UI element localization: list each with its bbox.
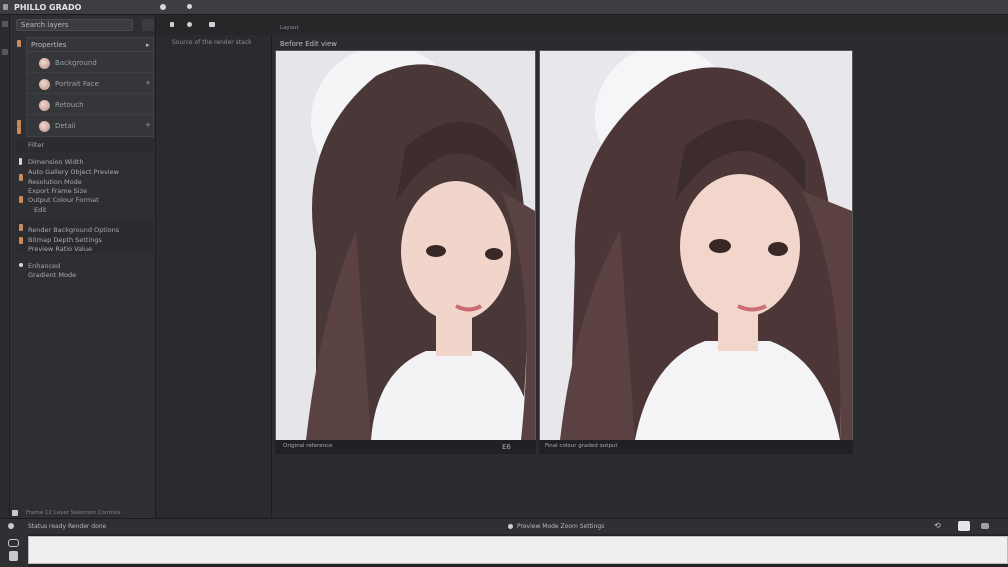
status-bar: Status ready Render done Preview Mode Zo… bbox=[0, 518, 1008, 534]
layer-search-input[interactable]: Search layers bbox=[16, 19, 133, 31]
before-badge: E6 bbox=[502, 443, 511, 451]
status-center-text: Preview Mode Zoom Settings bbox=[517, 523, 605, 530]
tool-strip bbox=[0, 15, 10, 520]
property-line: Edit bbox=[34, 206, 47, 214]
layer-row[interactable]: Retouch bbox=[27, 95, 155, 115]
property-line: Preview Ratio Value bbox=[28, 245, 92, 253]
layer-row[interactable]: Detail + bbox=[27, 116, 155, 136]
properties-group: Dimension Width Auto Gallery Object Prev… bbox=[16, 154, 154, 216]
search-icon[interactable] bbox=[142, 19, 154, 31]
property-marker-icon bbox=[19, 263, 23, 267]
layer-search-value: Search layers bbox=[21, 21, 69, 29]
property-marker-icon bbox=[19, 196, 23, 203]
confirm-button[interactable] bbox=[958, 521, 970, 531]
frame-icon[interactable] bbox=[209, 22, 215, 27]
layers-header: Properties ▸ bbox=[27, 38, 155, 52]
refresh-icon[interactable]: ⟲ bbox=[934, 521, 946, 531]
layer-label: Detail bbox=[55, 122, 76, 130]
property-line: Resolution Mode bbox=[28, 178, 82, 186]
input-side bbox=[0, 534, 28, 567]
before-caption: Original reference bbox=[283, 443, 333, 449]
render-group: Render Background Options Bitmap Depth S… bbox=[16, 220, 154, 254]
title-bar: PHILLO GRADO bbox=[0, 0, 1008, 15]
after-caption: Final colour graded output bbox=[545, 443, 618, 449]
marker-icon bbox=[17, 127, 21, 134]
panel-footer-text: Frame 12 Layer Selection Controls bbox=[26, 510, 121, 516]
cloud-icon[interactable] bbox=[160, 4, 166, 10]
command-input[interactable] bbox=[28, 536, 1008, 564]
property-marker-icon bbox=[19, 174, 23, 181]
source-panel: Source of the render stack bbox=[156, 15, 272, 520]
marker-icon bbox=[17, 120, 21, 127]
source-panel-header: Source of the render stack bbox=[172, 39, 252, 46]
layer-label: Retouch bbox=[55, 101, 84, 109]
move-tool-icon[interactable] bbox=[2, 21, 8, 27]
settings-icon[interactable] bbox=[981, 523, 989, 529]
canvas-top-label: Layout bbox=[280, 25, 299, 31]
nav-forward-icon[interactable] bbox=[187, 22, 192, 27]
after-caption-bar: Final colour graded output bbox=[539, 440, 853, 454]
filter-row[interactable]: Filter bbox=[16, 138, 154, 152]
layer-row[interactable]: Background bbox=[27, 53, 155, 73]
layer-mark: + bbox=[145, 79, 151, 87]
before-portrait-image bbox=[276, 51, 535, 440]
canvas-toolbar: Layout bbox=[156, 15, 1008, 35]
app-title: PHILLO GRADO bbox=[14, 3, 82, 12]
status-icon bbox=[8, 523, 14, 529]
layer-label: Background bbox=[55, 59, 97, 67]
before-caption-bar: Original reference E6 bbox=[275, 440, 536, 454]
property-marker-icon bbox=[19, 237, 23, 244]
property-line: Auto Gallery Object Preview bbox=[28, 168, 119, 176]
status-left-text: Status ready Render done bbox=[28, 523, 107, 530]
mic-icon[interactable] bbox=[9, 551, 18, 561]
layer-label: Portrait Face bbox=[55, 80, 99, 88]
lock-icon[interactable] bbox=[12, 510, 18, 516]
enhance-group: Enhanced Gradient Mode bbox=[16, 256, 154, 290]
nav-back-icon[interactable] bbox=[170, 22, 174, 27]
property-marker-icon bbox=[19, 224, 23, 231]
property-line: Dimension Width bbox=[28, 158, 84, 166]
layer-thumbnail bbox=[39, 58, 50, 69]
before-viewport[interactable] bbox=[275, 50, 536, 441]
layers-header-label: Properties bbox=[31, 41, 67, 49]
app-icon bbox=[3, 4, 8, 10]
property-marker-icon bbox=[19, 158, 22, 165]
preview-icon[interactable] bbox=[508, 524, 513, 529]
layer-mark: + bbox=[145, 121, 151, 129]
layer-thumbnail bbox=[39, 121, 50, 132]
layers-color-tag bbox=[17, 40, 21, 47]
layer-thumbnail bbox=[39, 100, 50, 111]
select-tool-icon[interactable] bbox=[2, 49, 8, 55]
property-line: Gradient Mode bbox=[28, 271, 77, 279]
layer-thumbnail bbox=[39, 79, 50, 90]
canvas-tab[interactable]: Before Edit view bbox=[280, 40, 337, 48]
undo-icon[interactable] bbox=[187, 4, 192, 9]
layer-row[interactable]: Portrait Face + bbox=[27, 74, 155, 94]
after-viewport[interactable] bbox=[539, 50, 853, 441]
after-portrait-image bbox=[540, 51, 852, 440]
filter-label: Filter bbox=[28, 141, 45, 149]
property-line: Bitmap Depth Settings bbox=[28, 236, 102, 244]
property-line: Output Colour Format bbox=[28, 196, 99, 204]
property-line: Export Frame Size bbox=[28, 187, 88, 195]
attach-icon[interactable] bbox=[8, 539, 19, 547]
property-line: Enhanced bbox=[28, 262, 61, 270]
property-line: Render Background Options bbox=[28, 226, 120, 234]
layers-list: Properties ▸ Background Portrait Face + … bbox=[26, 37, 155, 137]
collapse-icon[interactable]: ▸ bbox=[146, 41, 150, 49]
